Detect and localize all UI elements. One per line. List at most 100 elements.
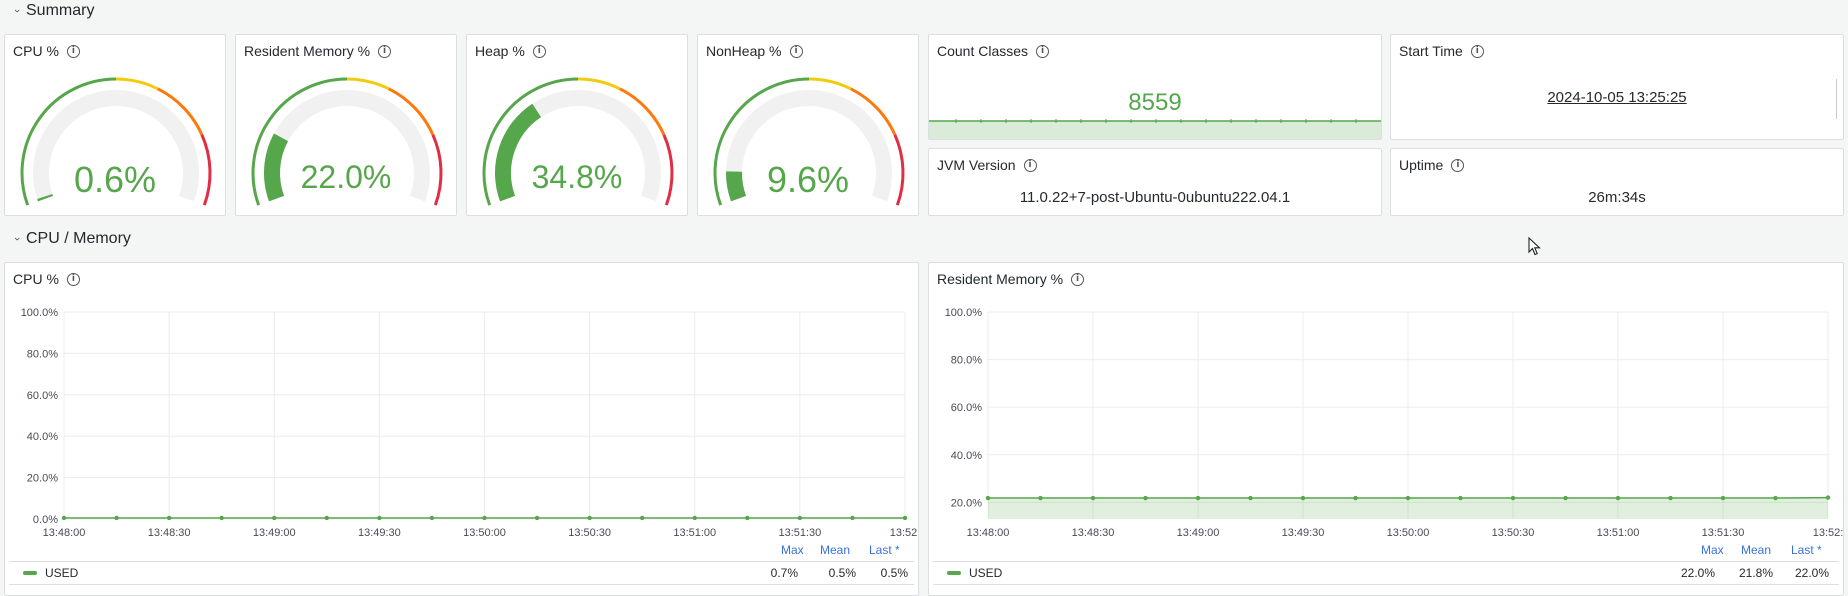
series-point [902, 515, 908, 521]
stat-panel-uptime: Uptime i 26m:34s [1390, 148, 1844, 216]
series-point [745, 515, 750, 521]
panel-title: Start Time [1399, 43, 1463, 59]
legend-mean-value: 21.8% [1738, 566, 1773, 580]
series-point [324, 515, 330, 521]
series-point [1458, 495, 1463, 501]
x-tick-label: 13:48:00 [43, 527, 86, 539]
series-point [429, 515, 435, 521]
series-point [114, 515, 119, 521]
legend-swatch [23, 571, 37, 575]
x-tick-label: 13:51:00 [1597, 527, 1640, 539]
series-point [272, 515, 277, 521]
legend-max-value: 22.0% [1680, 566, 1715, 580]
gauge-value: 34.8% [531, 159, 623, 195]
series-point [534, 515, 540, 521]
series-point [1563, 495, 1568, 501]
legend-header-max[interactable]: Max [1701, 543, 1724, 557]
legend-row-used[interactable]: USED 22.0% 21.8% 22.0% [933, 561, 1839, 585]
x-tick-label: 13:49:00 [1177, 527, 1220, 539]
info-icon[interactable]: i [1470, 44, 1484, 58]
y-tick-label: 100.0% [945, 307, 983, 319]
series-point [1300, 495, 1306, 501]
series-point [1615, 495, 1621, 501]
series-point [1668, 495, 1673, 501]
info-icon[interactable]: i [1451, 158, 1465, 172]
mouse-cursor-icon [1528, 237, 1541, 256]
uptime-value: 26m:34s [1588, 189, 1646, 206]
row-title-summary: Summary [26, 2, 95, 19]
legend-header-last[interactable]: Last * [869, 543, 900, 557]
panel-scrollbar[interactable] [1836, 79, 1837, 119]
gauge-panel-cpu: CPU % i 0.6% [4, 34, 226, 216]
series-point [61, 515, 67, 521]
chevron-down-icon: › [11, 237, 23, 241]
series-point [1510, 495, 1516, 501]
series-point [1353, 495, 1358, 501]
x-tick-label: 13:48:30 [148, 527, 191, 539]
y-tick-label: 20.0% [951, 497, 982, 509]
gauge-threshold-band [115, 77, 159, 91]
series-point [1773, 495, 1778, 501]
x-tick-label: 13:49:00 [253, 527, 296, 539]
info-icon[interactable]: i [1036, 44, 1050, 58]
legend-header-last[interactable]: Last * [1791, 543, 1822, 557]
y-tick-label: 60.0% [951, 402, 982, 414]
y-tick-label: 80.0% [27, 348, 58, 360]
x-tick-label: 13:52: [890, 527, 919, 539]
series-point [1720, 495, 1726, 501]
stat-panel-count-classes: Count Classes i 8559 [928, 34, 1382, 140]
legend-max-value: 0.7% [770, 566, 798, 580]
x-tick-label: 13:50:00 [463, 527, 506, 539]
y-tick-label: 80.0% [951, 355, 982, 367]
series-point [1038, 495, 1043, 501]
series-point [1090, 495, 1096, 501]
panel-title: Count Classes [937, 43, 1029, 59]
gauge-panel-nonheap: NonHeap % i 9.6% [697, 34, 919, 216]
legend-header-mean[interactable]: Mean [820, 543, 850, 557]
timeseries-panel-cpu: CPU % i 100.0% 80.0% 60.0% 40.0% 20.0% 0.0% 13… [4, 262, 919, 596]
panel-title: JVM Version [937, 157, 1016, 173]
series-point [1405, 495, 1411, 501]
count-classes-value: 8559 [1128, 89, 1182, 116]
row-header-cpu-memory[interactable]: › CPU / Memory [11, 228, 131, 250]
series-point [985, 495, 991, 501]
x-tick-label: 13:51:00 [673, 527, 716, 539]
series-point [850, 515, 855, 521]
legend-header-max[interactable]: Max [781, 543, 804, 557]
stat-panel-start-time: Start Time i 2024-10-05 13:25:25 [1390, 34, 1844, 140]
series-point [482, 515, 487, 521]
legend-row-used[interactable]: USED 0.7% 0.5% 0.5% [9, 561, 914, 585]
legend-series-name: USED [45, 566, 79, 580]
info-icon[interactable]: i [1023, 158, 1037, 172]
y-tick-label: 40.0% [27, 431, 58, 443]
series-point [1143, 495, 1148, 501]
legend-last-value: 0.5% [880, 566, 908, 580]
legend-mean-value: 0.5% [828, 566, 856, 580]
x-tick-label: 13:52: [1813, 527, 1844, 539]
x-tick-label: 13:51:30 [1702, 527, 1745, 539]
legend-series-name: USED [969, 566, 1003, 580]
gauge-threshold-band [808, 77, 852, 91]
x-tick-label: 13:50:30 [1492, 527, 1535, 539]
series-point [692, 515, 697, 521]
gauge-panel-heap: Heap % i 34.8% [466, 34, 688, 216]
series-point [377, 515, 382, 521]
row-header-summary[interactable]: › Summary [11, 0, 95, 22]
series-point [166, 515, 172, 521]
y-tick-label: 100.0% [21, 307, 59, 319]
row-title-cpu-memory: CPU / Memory [26, 230, 131, 247]
series-point [1195, 495, 1201, 501]
x-tick-label: 13:49:30 [358, 527, 401, 539]
gauge-value: 22.0% [300, 159, 392, 195]
jvm-version-value: 11.0.22+7-post-Ubuntu-0ubuntu222.04.1 [1019, 189, 1291, 206]
series-point [639, 515, 645, 521]
start-time-value[interactable]: 2024-10-05 13:25:25 [1391, 89, 1843, 106]
x-tick-label: 13:48:00 [967, 527, 1010, 539]
gauge-value: 9.6% [766, 159, 850, 200]
x-tick-label: 13:50:00 [1387, 527, 1430, 539]
gauge-threshold-band [346, 77, 390, 91]
series-area [988, 497, 1828, 519]
stat-panel-jvm-version: JVM Version i 11.0.22+7-post-Ubuntu-0ubu… [928, 148, 1382, 216]
series-point [797, 515, 803, 521]
legend-header-mean[interactable]: Mean [1741, 543, 1771, 557]
